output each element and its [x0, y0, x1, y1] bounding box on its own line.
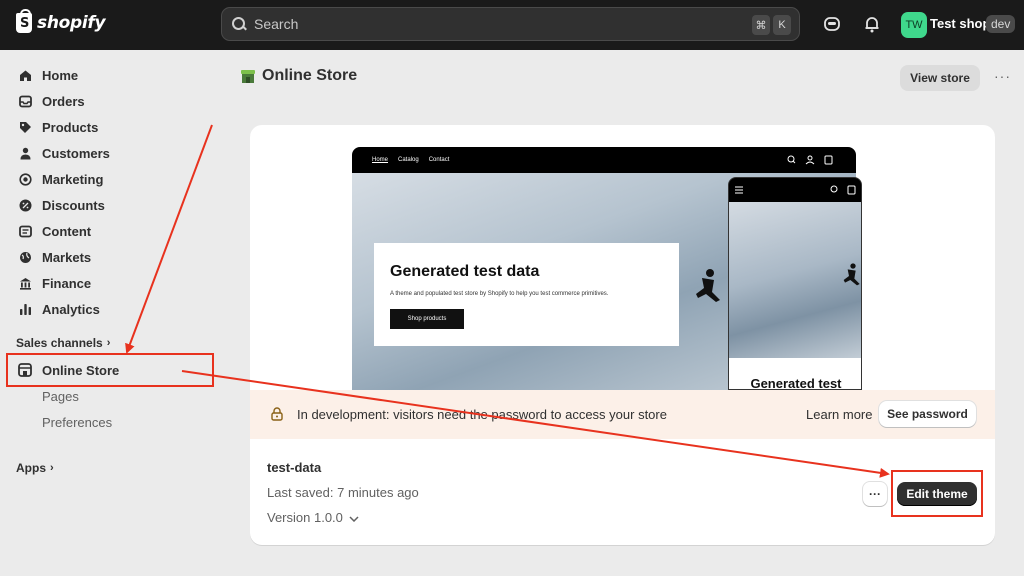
- apps-label: Apps: [16, 461, 46, 475]
- sidebar-item-label: Home: [42, 67, 79, 83]
- preview-shop-button: Shop products: [390, 309, 464, 329]
- preview-nav-link: Home: [372, 157, 389, 163]
- sidebar-item-label: Marketing: [42, 171, 104, 187]
- search-input[interactable]: Search ⌘ K: [221, 7, 800, 41]
- sidebar-item-content[interactable]: Content: [8, 218, 212, 244]
- see-password-button[interactable]: See password: [879, 401, 976, 427]
- theme-version-label: Version 1.0.0: [267, 510, 343, 525]
- preview-nav: Home Catalog Contact: [352, 147, 856, 173]
- sidebar: Home Orders Products Customers Marketing…: [0, 50, 220, 576]
- page-title-text: Online Store: [262, 67, 358, 84]
- lock-icon: [270, 407, 284, 421]
- shopify-logo[interactable]: S shopify: [16, 9, 106, 33]
- theme-version-dropdown[interactable]: Version 1.0.0: [267, 510, 359, 525]
- apps-link[interactable]: Apps ›: [16, 461, 54, 475]
- theme-card: Home Catalog Contact Generated test data…: [250, 125, 995, 545]
- top-bar: S shopify Search ⌘ K TW Test shop dev: [0, 0, 1024, 50]
- theme-last-saved: Last saved: 7 minutes ago: [267, 485, 419, 500]
- preview-nav-link: Catalog: [398, 157, 419, 163]
- sidebar-item-label: Markets: [42, 249, 92, 265]
- sidebar-subitem-preferences[interactable]: Preferences: [42, 415, 112, 430]
- discount-icon: [18, 198, 32, 212]
- sidebar-item-label: Discounts: [42, 197, 105, 213]
- mobile-nav: [729, 178, 861, 202]
- annotation-box-online-store: [6, 353, 214, 387]
- bank-icon: [18, 276, 32, 290]
- sidebar-item-label: Orders: [42, 93, 85, 109]
- sidebar-item-label: Finance: [42, 275, 92, 291]
- mobile-preview[interactable]: Generated test: [728, 177, 862, 390]
- chevron-right-icon: ›: [50, 462, 54, 474]
- preview-hero-title: Generated test data: [390, 263, 540, 280]
- avatar[interactable]: TW: [901, 12, 927, 38]
- sidebar-item-analytics[interactable]: Analytics: [8, 296, 212, 322]
- sidebar-item-customers[interactable]: Customers: [8, 140, 212, 166]
- chevron-down-icon: [349, 510, 359, 525]
- globe-icon: [18, 250, 32, 264]
- notice-text: In development: visitors need the passwo…: [297, 407, 667, 422]
- sidebar-subitem-pages[interactable]: Pages: [42, 389, 79, 404]
- sidebar-item-home[interactable]: Home: [8, 62, 212, 88]
- inbox-icon: [18, 94, 32, 108]
- home-icon: [18, 68, 32, 82]
- person-icon: [18, 146, 32, 160]
- page-title: Online Store: [240, 67, 357, 85]
- mobile-hero-title: Generated test: [729, 358, 861, 389]
- chevron-right-icon: ›: [106, 337, 111, 349]
- skier-figure: [843, 263, 860, 286]
- sidebar-item-discounts[interactable]: Discounts: [8, 192, 212, 218]
- learn-more-link[interactable]: Learn more: [806, 407, 872, 422]
- sidebar-item-label: Content: [42, 223, 92, 239]
- sales-channels-link[interactable]: Sales channels ›: [16, 336, 110, 350]
- preview-nav-link: Contact: [428, 157, 450, 163]
- content-icon: [18, 224, 32, 238]
- search-icon: [232, 17, 246, 31]
- logo-text: shopify: [37, 13, 106, 33]
- online-store-icon: [240, 68, 256, 84]
- sidebar-item-finance[interactable]: Finance: [8, 270, 212, 296]
- sales-channels-label: Sales channels: [16, 336, 103, 350]
- shop-name[interactable]: Test shop: [930, 16, 990, 31]
- sidebar-item-products[interactable]: Products: [8, 114, 212, 140]
- skier-figure: [696, 269, 720, 302]
- sidebar-item-label: Products: [42, 119, 99, 135]
- annotation-box-edit-theme: [891, 470, 983, 517]
- bell-icon[interactable]: [862, 14, 882, 34]
- sidebar-item-orders[interactable]: Orders: [8, 88, 212, 114]
- shopify-bag-icon: S: [16, 9, 32, 33]
- sidebar-item-markets[interactable]: Markets: [8, 244, 212, 270]
- theme-name: test-data: [267, 460, 322, 475]
- k-key-badge: K: [773, 15, 791, 35]
- search-placeholder: Search: [254, 16, 299, 32]
- theme-more-actions-button[interactable]: ···: [863, 482, 887, 506]
- command-key-badge: ⌘: [752, 15, 770, 35]
- dev-notice-banner: In development: visitors need the passwo…: [250, 390, 995, 439]
- preview-header-icons: [787, 155, 833, 165]
- target-icon: [18, 172, 32, 186]
- preview-hero-subtitle: A theme and populated test store by Shop…: [390, 291, 609, 297]
- sidebar-item-marketing[interactable]: Marketing: [8, 166, 212, 192]
- sidebar-item-label: Customers: [42, 145, 110, 161]
- env-badge: dev: [986, 15, 1016, 33]
- tag-icon: [18, 120, 32, 134]
- view-store-button[interactable]: View store: [900, 65, 980, 91]
- chart-icon: [18, 302, 32, 316]
- mobile-hero-image: [729, 202, 861, 358]
- sidebar-item-label: Analytics: [42, 301, 100, 317]
- sidekick-icon[interactable]: [822, 14, 842, 34]
- page-more-actions-icon[interactable]: ···: [994, 68, 1011, 84]
- preview-hero-box: Generated test data A theme and populate…: [374, 243, 679, 346]
